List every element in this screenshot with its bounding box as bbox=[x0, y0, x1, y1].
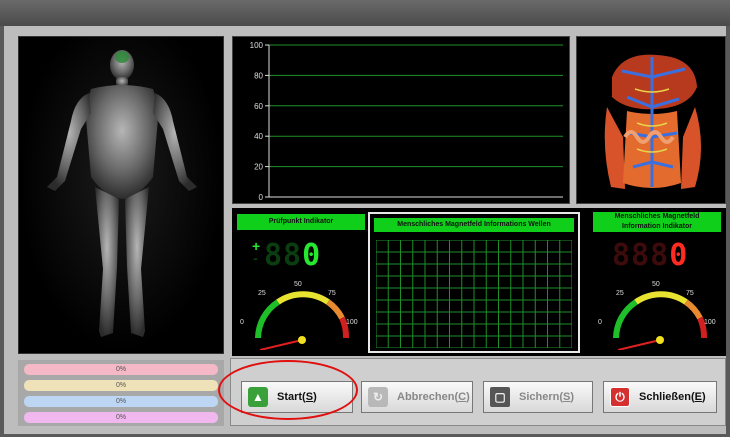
gauge-hub bbox=[298, 336, 306, 344]
gauge-label-25: 25 bbox=[616, 290, 624, 297]
close-power-icon: ⏻ bbox=[610, 387, 630, 407]
gauge-arc-green bbox=[613, 299, 638, 339]
progress-label-1: 0% bbox=[115, 366, 127, 373]
start-label: Start(S) bbox=[277, 391, 317, 403]
progress-bar-4: 0% bbox=[24, 412, 218, 423]
pruefpunkt-indikator-header: Prüfpunkt Indikator bbox=[237, 214, 365, 230]
gauge-arc-orange bbox=[326, 299, 345, 320]
wave-header: Menschliches Magnetfeld Informations Wel… bbox=[374, 218, 574, 232]
magnet-indikator-header: Menschliches Magnetfeld Information Indi… bbox=[593, 212, 721, 232]
cancel-refresh-icon: ↻ bbox=[368, 387, 388, 407]
sichern-button[interactable]: ▢ Sichern(S) bbox=[483, 381, 593, 413]
pruefpunkt-gauge bbox=[255, 291, 350, 350]
y-tick-label: 20 bbox=[254, 163, 263, 172]
progress-bar-1: 0% bbox=[24, 364, 218, 375]
human-body-figure bbox=[47, 50, 197, 337]
magnet-digits-dim: 888 bbox=[612, 238, 670, 273]
progress-bar-2: 0% bbox=[24, 380, 218, 391]
gauge-label-100: 100 bbox=[346, 319, 358, 326]
gauge-arc-yellow bbox=[276, 291, 330, 305]
start-button[interactable]: ▲ Start(S) bbox=[241, 381, 353, 413]
gauge-needle bbox=[617, 339, 661, 350]
magnet-digit-lit: 0 bbox=[669, 238, 689, 273]
organ-image-panel bbox=[576, 36, 726, 204]
sichern-label: Sichern(S) bbox=[519, 391, 575, 403]
pruefpunkt-digit-lit: 0 bbox=[302, 238, 322, 273]
magnet-header-line2: Information Indikator bbox=[622, 223, 692, 230]
window-titlebar bbox=[0, 0, 730, 26]
human-body-panel bbox=[18, 36, 224, 354]
line-chart: 100 80 60 40 20 0 bbox=[250, 41, 563, 202]
wave-grid bbox=[376, 240, 572, 348]
indicator-panel: Prüfpunkt Indikator + - 880 0 25 50 75 1… bbox=[232, 208, 726, 356]
magnet-header-line1: Menschliches Magnetfeld bbox=[614, 213, 700, 220]
progress-bars-panel: 0% 0% 0% 0% bbox=[18, 360, 224, 426]
progress-label-3: 0% bbox=[115, 398, 127, 405]
gauge-label-0: 0 bbox=[240, 319, 244, 326]
pruefpunkt-digit-display: 880 bbox=[264, 238, 321, 273]
gauge-label-75: 75 bbox=[686, 290, 694, 297]
magnet-digit-display: 8880 bbox=[612, 238, 688, 273]
gauge-label-50: 50 bbox=[652, 281, 660, 288]
gauge-arc-orange bbox=[684, 299, 703, 320]
gauge-hub bbox=[656, 336, 664, 344]
schliessen-button[interactable]: ⏻ Schließen(E) bbox=[603, 381, 717, 413]
gauge-label-50: 50 bbox=[294, 281, 302, 288]
magnet-gauge bbox=[613, 291, 708, 350]
gauge-label-0: 0 bbox=[598, 319, 602, 326]
y-tick-label: 80 bbox=[254, 71, 263, 80]
y-tick-label: 60 bbox=[254, 102, 263, 111]
schliessen-label: Schließen(E) bbox=[639, 391, 706, 403]
y-tick-label: 0 bbox=[259, 193, 264, 202]
start-icon: ▲ bbox=[248, 387, 268, 407]
button-bar: ▲ Start(S) ↻ Abbrechen(C) ▢ Sichern(S) ⏻… bbox=[230, 358, 726, 426]
gauge-label-75: 75 bbox=[328, 290, 336, 297]
pruefpunkt-digits-dim: 88 bbox=[264, 238, 303, 273]
y-tick-label: 100 bbox=[250, 41, 264, 50]
gauge-arc-yellow bbox=[634, 291, 688, 305]
abbrechen-label: Abbrechen(C) bbox=[397, 391, 470, 403]
y-tick-label: 40 bbox=[254, 132, 263, 141]
organs-illustration bbox=[604, 54, 701, 189]
gauge-label-100: 100 bbox=[704, 319, 716, 326]
gauge-needle bbox=[259, 339, 303, 350]
minus-sign: - bbox=[253, 250, 258, 266]
progress-bar-3: 0% bbox=[24, 396, 218, 407]
save-disk-icon: ▢ bbox=[490, 387, 510, 407]
progress-label-4: 0% bbox=[115, 414, 127, 421]
wave-panel: Menschliches Magnetfeld Informations Wel… bbox=[368, 212, 580, 353]
line-chart-panel: 100 80 60 40 20 0 bbox=[232, 36, 570, 204]
gauge-label-25: 25 bbox=[258, 290, 266, 297]
abbrechen-button[interactable]: ↻ Abbrechen(C) bbox=[361, 381, 473, 413]
progress-label-2: 0% bbox=[115, 382, 127, 389]
gauge-arc-green bbox=[255, 299, 280, 339]
